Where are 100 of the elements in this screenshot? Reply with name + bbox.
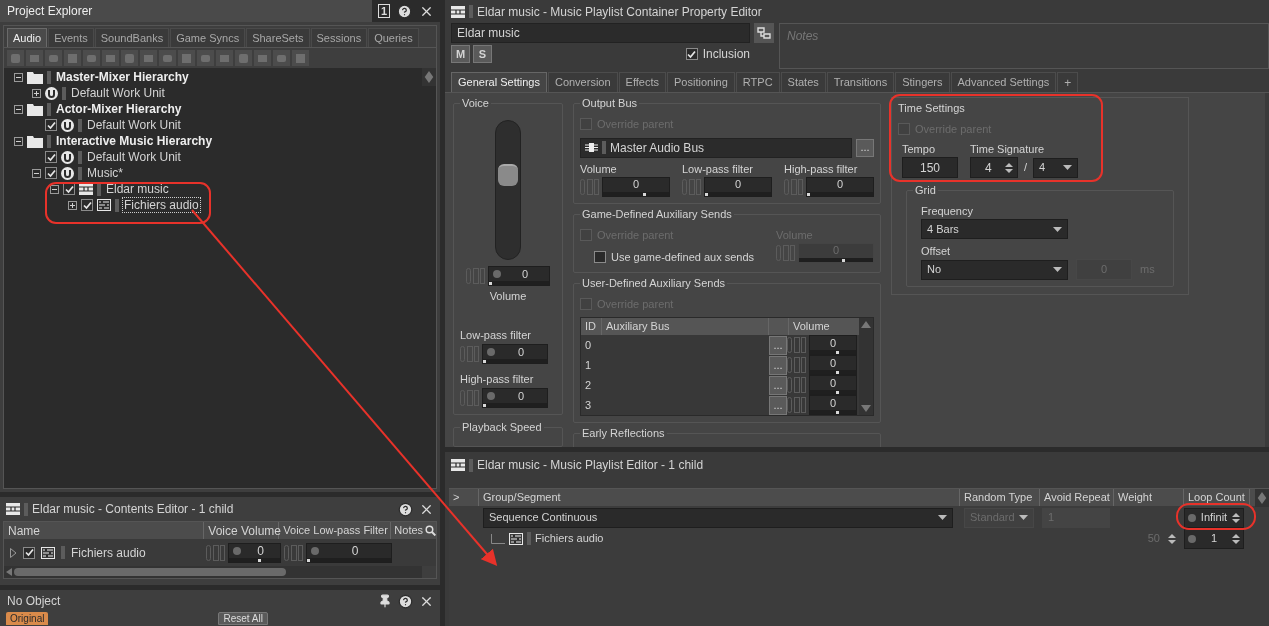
expand-toggle[interactable]	[32, 168, 41, 178]
tab[interactable]: Queries	[368, 28, 419, 47]
tree-item[interactable]: Eldar music	[105, 182, 170, 196]
grip-icon[interactable]	[787, 355, 807, 375]
tab[interactable]: Advanced Settings	[950, 72, 1057, 92]
number-field[interactable]: 0	[809, 395, 857, 415]
horizontal-scrollbar[interactable]	[4, 566, 422, 578]
tree-item[interactable]: Default Work Unit	[70, 86, 166, 100]
bus-field[interactable]: Master Audio Bus	[580, 137, 852, 158]
scroll-up-icon[interactable]	[424, 71, 434, 77]
tab[interactable]: Game Syncs	[170, 28, 246, 47]
grip-icon[interactable]	[206, 542, 226, 563]
tab[interactable]: Events	[48, 28, 94, 47]
toolbar-button[interactable]	[273, 50, 290, 66]
help-icon[interactable]	[398, 593, 413, 609]
tab[interactable]: ShareSets	[246, 28, 310, 47]
expand-toggle[interactable]	[14, 136, 23, 146]
number-field[interactable]: 0	[228, 542, 281, 563]
number-field[interactable]: 0	[809, 355, 857, 375]
dropdown[interactable]: 4 Bars	[921, 219, 1068, 239]
number-field[interactable]: 0	[809, 335, 857, 355]
scrollbar[interactable]	[422, 68, 436, 86]
browse-button[interactable]: ...	[769, 335, 787, 355]
number-field[interactable]: 0	[482, 344, 548, 364]
checkbox[interactable]	[45, 119, 57, 131]
toolbar-button[interactable]	[121, 50, 138, 66]
toolbar-button[interactable]	[292, 50, 309, 66]
tab[interactable]: Conversion	[547, 72, 618, 92]
loop-count-spinner[interactable]: 1	[1184, 528, 1244, 549]
expand-triangle-icon[interactable]	[10, 547, 17, 558]
add-tab-button[interactable]: +	[1057, 72, 1079, 92]
browse-button[interactable]: ...	[856, 138, 874, 157]
scroll-left-icon[interactable]	[6, 568, 12, 576]
column-header[interactable]: >	[449, 489, 479, 506]
number-field[interactable]: 0	[809, 375, 857, 395]
tab[interactable]: Audio	[7, 28, 48, 47]
help-icon[interactable]	[397, 3, 412, 19]
column-header[interactable]: Random Type	[960, 489, 1040, 506]
column-header[interactable]: Loop Count	[1184, 489, 1250, 506]
column-header[interactable]: Group/Segment	[479, 489, 960, 506]
solo-button[interactable]: S	[473, 45, 492, 63]
toolbar-button[interactable]	[235, 50, 252, 66]
expand-toggle[interactable]	[68, 200, 77, 210]
checkbox[interactable]	[685, 48, 698, 60]
expand-toggle[interactable]	[14, 104, 23, 114]
checkbox[interactable]	[45, 167, 57, 179]
tab[interactable]: States	[780, 72, 826, 92]
tab[interactable]: SoundBanks	[94, 28, 170, 47]
tab[interactable]: Positioning	[667, 72, 735, 92]
grip-icon[interactable]	[787, 335, 807, 355]
tab[interactable]: Transitions	[826, 72, 895, 92]
column-header[interactable]: Avoid Repeat	[1040, 489, 1114, 506]
mute-button[interactable]: M	[451, 45, 470, 63]
grip-icon[interactable]	[787, 395, 807, 415]
column-header[interactable]: Weight	[1114, 489, 1184, 506]
tree-item[interactable]: Default Work Unit	[86, 118, 182, 132]
scrollbar[interactable]	[859, 318, 873, 415]
scroll-down-icon[interactable]	[1257, 498, 1267, 504]
number-field[interactable]: 0	[806, 176, 874, 197]
tree-item[interactable]: Actor-Mixer Hierarchy	[55, 102, 183, 116]
slider-thumb[interactable]	[498, 163, 518, 186]
search-icon[interactable]	[425, 525, 436, 536]
tab[interactable]: Effects	[618, 72, 666, 92]
dropdown[interactable]: Sequence Continuous	[483, 507, 953, 528]
number-field[interactable]: 0	[602, 176, 670, 197]
toolbar-button[interactable]	[197, 50, 214, 66]
column-header[interactable]: Notes	[391, 522, 426, 539]
toolbar-button[interactable]	[64, 50, 81, 66]
toolbar-button[interactable]	[102, 50, 119, 66]
toolbar-button[interactable]	[83, 50, 100, 66]
scrollbar[interactable]	[1255, 489, 1269, 507]
browse-button[interactable]: ...	[769, 395, 787, 415]
toolbar-button[interactable]	[159, 50, 176, 66]
toolbar-button[interactable]	[45, 50, 62, 66]
toolbar-button[interactable]	[216, 50, 233, 66]
toolbar-button[interactable]	[26, 50, 43, 66]
panel-button[interactable]: Reset All	[218, 612, 268, 625]
checkbox[interactable]	[45, 151, 57, 163]
beats-spinner[interactable]: 4	[970, 157, 1018, 178]
spinner-arrows-icon[interactable]	[1005, 161, 1013, 174]
browse-button[interactable]: ...	[769, 355, 787, 375]
volume-slider-track[interactable]	[495, 120, 521, 260]
number-field[interactable]: 0	[482, 388, 548, 408]
tree-item[interactable]: Music*	[86, 166, 124, 180]
spinner-arrows-icon[interactable]	[1232, 511, 1240, 524]
tree-item[interactable]: Interactive Music Hierarchy	[55, 134, 214, 148]
expand-toggle[interactable]	[32, 88, 41, 98]
tree-item[interactable]: Fichiers audio	[123, 198, 200, 212]
scroll-down-icon[interactable]	[424, 77, 434, 83]
checkbox[interactable]	[594, 251, 606, 264]
tempo-field[interactable]: 150	[902, 157, 958, 178]
dropdown[interactable]: No	[921, 259, 1068, 280]
scroll-down-icon[interactable]	[861, 405, 871, 412]
pin-icon[interactable]	[378, 594, 392, 608]
panel-button[interactable]: Original	[6, 612, 49, 625]
help-icon[interactable]	[398, 501, 413, 517]
scroll-up-icon[interactable]	[861, 321, 871, 328]
column-header[interactable]: Volume	[789, 318, 830, 335]
toolbar-button[interactable]	[7, 50, 24, 66]
name-field[interactable]: Eldar music	[451, 23, 750, 43]
